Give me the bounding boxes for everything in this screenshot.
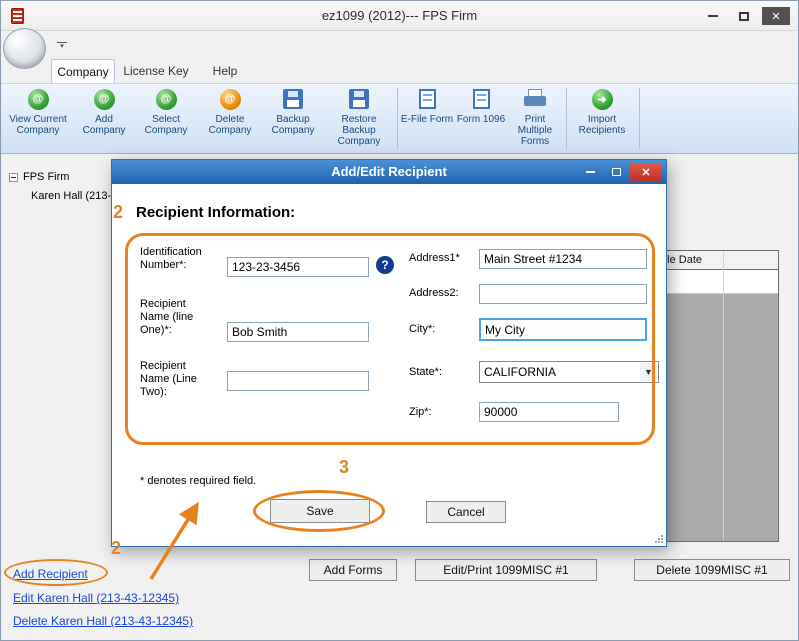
- select-company-icon: @: [156, 89, 177, 110]
- view-current-company-label: View Current Company: [5, 114, 71, 136]
- form-1096-button[interactable]: Form 1096: [456, 87, 506, 151]
- dialog-titlebar[interactable]: Add/Edit Recipient ✕: [112, 160, 666, 184]
- identification-number-label: Identification Number*:: [140, 246, 220, 272]
- recipient-name-two-label: Recipient Name (Line Two):: [140, 360, 210, 399]
- tab-license-key[interactable]: License Key: [115, 59, 197, 83]
- dialog-close-button[interactable]: ✕: [630, 163, 662, 181]
- titlebar: ez1099 (2012)--- FPS Firm ✕: [1, 1, 798, 31]
- recipient-information-heading: Recipient Information:: [136, 204, 295, 221]
- add-recipient-link[interactable]: Add Recipient: [13, 567, 88, 581]
- view-current-company-button[interactable]: @ View Current Company: [5, 87, 71, 151]
- address2-input[interactable]: [479, 284, 647, 304]
- form-1096-label: Form 1096: [457, 114, 505, 125]
- restore-backup-icon: [349, 89, 369, 109]
- minimize-button[interactable]: [700, 7, 726, 25]
- import-recipients-icon: ➜: [592, 89, 613, 110]
- recipient-name-one-input[interactable]: [227, 322, 369, 342]
- import-recipients-label: Import Recipients: [569, 114, 635, 136]
- annotation-step-2-bottom: 2: [111, 538, 121, 559]
- ribbon-separator: [639, 88, 640, 149]
- add-company-label: Add Company: [75, 114, 133, 136]
- print-multiple-forms-button[interactable]: Print Multiple Forms: [507, 87, 563, 151]
- city-label: City*:: [409, 323, 435, 336]
- grid-column-divider: [723, 251, 724, 541]
- app-window: ez1099 (2012)--- FPS Firm ✕ ▾ Company Li…: [0, 0, 799, 641]
- state-select[interactable]: CALIFORNIA ▼: [479, 361, 659, 383]
- annotation-step-3: 3: [339, 457, 349, 478]
- dialog-resize-grip[interactable]: [653, 533, 663, 543]
- delete-company-button[interactable]: @ Delete Company: [199, 87, 261, 151]
- restore-backup-company-button[interactable]: Restore Backup Company: [325, 87, 393, 151]
- minimize-icon: [586, 171, 595, 173]
- select-company-label: Select Company: [135, 114, 197, 136]
- import-recipients-button[interactable]: ➜ Import Recipients: [569, 87, 635, 151]
- ribbon: @ View Current Company @ Add Company @ S…: [1, 83, 798, 154]
- backup-company-icon: [283, 89, 303, 109]
- state-label: State*:: [409, 366, 442, 379]
- edit-print-1099misc-button[interactable]: Edit/Print 1099MISC #1: [415, 559, 597, 581]
- delete-karen-hall-link[interactable]: Delete Karen Hall (213-43-12345): [13, 614, 193, 628]
- maximize-button[interactable]: [731, 7, 757, 25]
- zip-input[interactable]: [479, 402, 619, 422]
- add-edit-recipient-dialog: Add/Edit Recipient ✕ Recipient Informati…: [111, 159, 667, 547]
- cancel-button[interactable]: Cancel: [426, 501, 506, 523]
- window-title: ez1099 (2012)--- FPS Firm: [1, 1, 798, 31]
- recipient-name-one-label: Recipient Name (line One)*:: [140, 298, 210, 337]
- ribbon-separator: [566, 88, 567, 149]
- tree-item-fps-firm[interactable]: FPS Firm: [23, 171, 69, 183]
- delete-company-icon: @: [220, 89, 241, 110]
- select-company-button[interactable]: @ Select Company: [135, 87, 197, 151]
- delete-1099misc-button[interactable]: Delete 1099MISC #1: [634, 559, 790, 581]
- add-forms-button[interactable]: Add Forms: [309, 559, 397, 581]
- zip-label: Zip*:: [409, 406, 432, 419]
- tree-expander[interactable]: [9, 173, 18, 182]
- efile-form-icon: [419, 89, 436, 109]
- chevron-down-icon: ▼: [640, 363, 657, 381]
- identification-number-input[interactable]: [227, 257, 369, 277]
- save-button[interactable]: Save: [270, 499, 370, 523]
- chevron-down-icon: ▾: [55, 43, 69, 50]
- dialog-controls: ✕: [578, 163, 662, 181]
- address2-label: Address2:: [409, 287, 459, 300]
- required-field-note: * denotes required field.: [140, 475, 256, 487]
- state-select-value: CALIFORNIA: [484, 365, 556, 379]
- address1-input[interactable]: [479, 249, 647, 269]
- dialog-maximize-button[interactable]: [604, 163, 628, 181]
- form-1096-icon: [473, 89, 490, 109]
- dialog-minimize-button[interactable]: [578, 163, 602, 181]
- backup-company-button[interactable]: Backup Company: [262, 87, 324, 151]
- maximize-icon: [612, 168, 621, 176]
- edit-karen-hall-link[interactable]: Edit Karen Hall (213-43-12345): [13, 591, 179, 605]
- quick-access-dropdown[interactable]: ▾: [55, 40, 69, 54]
- view-current-company-icon: @: [28, 89, 49, 110]
- annotation-step-2-top: 2: [113, 202, 123, 223]
- efile-form-button[interactable]: E-File Form: [400, 87, 454, 151]
- maximize-icon: [739, 12, 749, 21]
- ribbon-separator: [397, 88, 398, 149]
- delete-company-label: Delete Company: [199, 114, 261, 136]
- recipient-name-two-input[interactable]: [227, 371, 369, 391]
- add-company-icon: @: [94, 89, 115, 110]
- minimize-icon: [708, 15, 718, 17]
- window-controls: ✕: [700, 7, 790, 25]
- close-button[interactable]: ✕: [762, 7, 790, 25]
- efile-form-label: E-File Form: [401, 114, 453, 125]
- add-company-button[interactable]: @ Add Company: [75, 87, 133, 151]
- help-icon[interactable]: ?: [376, 256, 394, 274]
- print-multiple-forms-label: Print Multiple Forms: [507, 114, 563, 147]
- ribbon-tab-strip: Company License Key Help: [1, 59, 798, 83]
- print-multiple-forms-icon: [524, 89, 546, 109]
- application-menu-button[interactable]: [3, 28, 46, 69]
- tab-company[interactable]: Company: [51, 59, 115, 83]
- tab-help[interactable]: Help: [197, 59, 253, 83]
- city-input[interactable]: [479, 318, 647, 341]
- address1-label: Address1*: [409, 252, 460, 265]
- backup-company-label: Backup Company: [262, 114, 324, 136]
- restore-backup-label: Restore Backup Company: [325, 114, 393, 147]
